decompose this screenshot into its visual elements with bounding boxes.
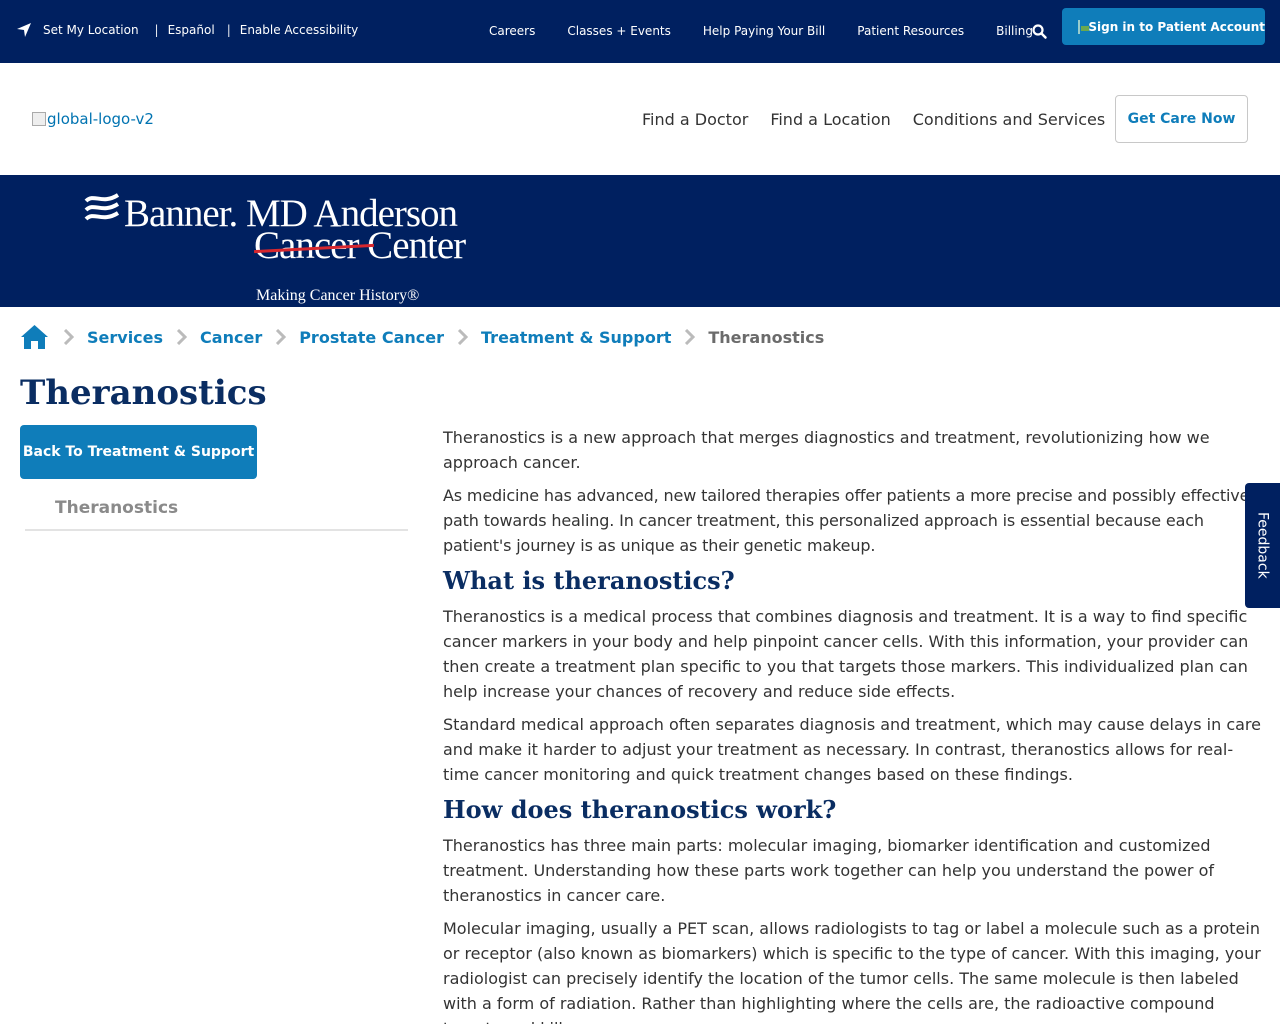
location-arrow-icon[interactable] bbox=[16, 22, 32, 38]
section-heading: How does theranostics work? bbox=[443, 795, 837, 824]
billing-link[interactable]: Billing bbox=[996, 24, 1033, 38]
banner-waves-icon bbox=[84, 193, 120, 221]
page-title: Theranostics bbox=[20, 373, 267, 413]
paragraph: As medicine has advanced, new tailored t… bbox=[443, 486, 1250, 555]
chevron-right-icon bbox=[457, 328, 469, 346]
get-care-now-button[interactable]: Get Care Now bbox=[1115, 95, 1248, 143]
utility-left: Set My Location | Español | Enable Acces… bbox=[16, 22, 358, 38]
sign-in-button[interactable]: Sign in to Patient Account bbox=[1062, 8, 1265, 45]
utility-nav: Careers Classes + Events Help Paying You… bbox=[489, 24, 1065, 38]
article-content: Theranostics is a new approach that merg… bbox=[443, 425, 1263, 1024]
main-nav: global-logo-v2 Find a Doctor Find a Loca… bbox=[0, 63, 1280, 175]
broken-image-icon bbox=[1078, 19, 1091, 34]
paragraph: Theranostics is a medical process that c… bbox=[443, 607, 1249, 701]
brand-banner: Banner. MD Anderson Cancer Center Making… bbox=[0, 175, 1280, 307]
accessibility-link[interactable]: Enable Accessibility bbox=[240, 23, 359, 37]
chevron-right-icon bbox=[63, 328, 75, 346]
paragraph: Theranostics has three main parts: molec… bbox=[443, 836, 1214, 905]
breadcrumb-services[interactable]: Services bbox=[87, 328, 163, 347]
logo-alt-text: global-logo-v2 bbox=[47, 110, 154, 128]
home-icon[interactable] bbox=[20, 324, 49, 350]
chevron-right-icon bbox=[275, 328, 287, 346]
utility-bar: Set My Location | Español | Enable Acces… bbox=[0, 0, 1280, 63]
help-paying-bill-link[interactable]: Help Paying Your Bill bbox=[703, 24, 825, 38]
set-location-link[interactable]: Set My Location bbox=[43, 23, 139, 37]
find-location-link[interactable]: Find a Location bbox=[770, 110, 890, 129]
search-icon[interactable] bbox=[1031, 23, 1048, 40]
patient-resources-link[interactable]: Patient Resources bbox=[857, 24, 964, 38]
divider: | bbox=[154, 23, 159, 37]
breadcrumb-current: Theranostics bbox=[708, 327, 825, 347]
divider: | bbox=[226, 23, 231, 37]
paragraph: Molecular imaging, usually a PET scan, a… bbox=[443, 919, 1261, 1024]
brand-tagline: Making Cancer History® bbox=[256, 287, 420, 304]
paragraph: Standard medical approach often separate… bbox=[443, 715, 1261, 784]
breadcrumb-prostate-cancer[interactable]: Prostate Cancer bbox=[299, 328, 444, 347]
sign-in-label: Sign in to Patient Account bbox=[1088, 19, 1265, 34]
md-anderson-logo[interactable]: Banner. MD Anderson Cancer Center Making… bbox=[84, 191, 484, 304]
site-logo[interactable]: global-logo-v2 bbox=[32, 110, 154, 128]
broken-image-icon bbox=[32, 112, 46, 126]
section-heading: What is theranostics? bbox=[443, 566, 735, 595]
classes-events-link[interactable]: Classes + Events bbox=[567, 24, 671, 38]
careers-link[interactable]: Careers bbox=[489, 24, 535, 38]
find-doctor-link[interactable]: Find a Doctor bbox=[642, 110, 748, 129]
breadcrumb-treatment-support[interactable]: Treatment & Support bbox=[481, 328, 671, 347]
chevron-right-icon bbox=[176, 328, 188, 346]
conditions-services-link[interactable]: Conditions and Services bbox=[913, 110, 1105, 129]
paragraph: Theranostics is a new approach that merg… bbox=[443, 428, 1210, 472]
breadcrumb-cancer[interactable]: Cancer bbox=[200, 328, 262, 347]
feedback-label: Feedback bbox=[1254, 512, 1271, 579]
back-to-treatment-button[interactable]: Back To Treatment & Support bbox=[20, 425, 257, 479]
sidebar-item-theranostics[interactable]: Theranostics bbox=[25, 484, 408, 531]
primary-links: Find a Doctor Find a Location Conditions… bbox=[642, 110, 1127, 129]
chevron-right-icon bbox=[684, 328, 696, 346]
feedback-tab[interactable]: Feedback bbox=[1245, 483, 1280, 608]
breadcrumb: Services Cancer Prostate Cancer Treatmen… bbox=[20, 324, 824, 350]
espanol-link[interactable]: Español bbox=[168, 23, 215, 37]
